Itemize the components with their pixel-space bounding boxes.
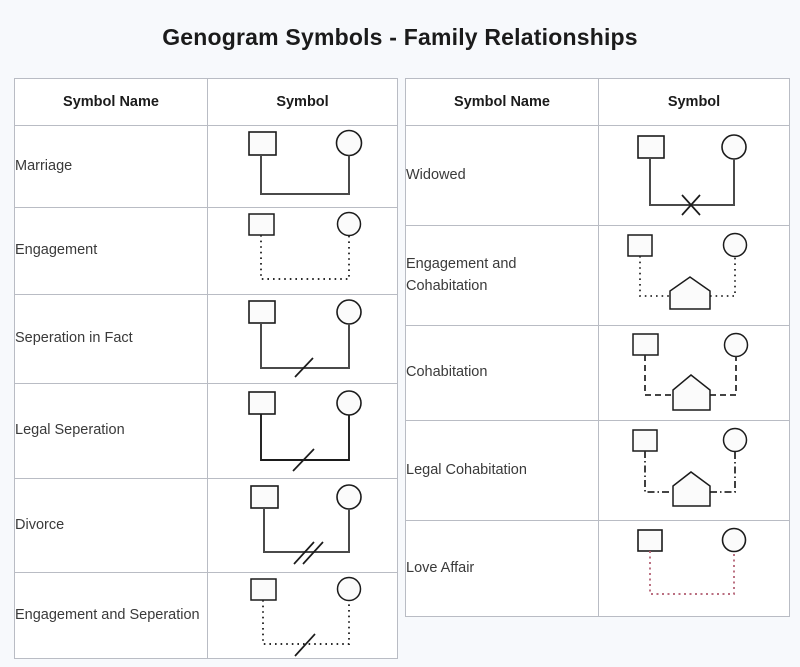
symbol-cell-love-affair — [598, 520, 790, 617]
symbol-cell-widowed — [598, 125, 790, 226]
table-row: Legal Seperation — [14, 383, 398, 479]
symbol-name-love-affair: Love Affair — [405, 520, 599, 617]
table-header-row: Symbol Name Symbol — [14, 78, 398, 126]
table-row: Marriage — [14, 125, 398, 208]
symbol-cell-legal-cohabitation — [598, 420, 790, 521]
symbol-name-legal-separation: Legal Seperation — [14, 383, 208, 479]
divorce-symbol — [249, 484, 362, 565]
symbol-cell-legal-separation — [207, 383, 398, 479]
symbol-name-widowed: Widowed — [405, 125, 599, 226]
table-row: Seperation in Fact — [14, 294, 398, 384]
table-row: Cohabitation — [405, 325, 790, 421]
table-row: Engagement and Cohabitation — [405, 225, 790, 326]
legal-cohabitation-symbol — [631, 427, 747, 507]
symbol-name-separation-in-fact: Seperation in Fact — [14, 294, 208, 384]
table-header-row: Symbol Name Symbol — [405, 78, 790, 126]
cohabitation-symbol — [631, 332, 748, 411]
separation-in-fact-symbol — [247, 299, 362, 378]
symbol-cell-cohabitation — [598, 325, 790, 421]
symbol-name-divorce: Divorce — [14, 478, 208, 573]
table-row: Legal Cohabitation — [405, 420, 790, 521]
genogram-table-left: Symbol Name Symbol Marriage Engagement S… — [14, 78, 398, 659]
marriage-symbol — [247, 129, 362, 195]
page-title: Genogram Symbols - Family Relationships — [162, 24, 638, 50]
love-affair-symbol — [636, 527, 746, 595]
symbol-cell-marriage — [207, 125, 398, 208]
symbol-cell-separation-in-fact — [207, 294, 398, 384]
symbol-name-legal-cohabitation: Legal Cohabitation — [405, 420, 599, 521]
column-header-symbol-name: Symbol Name — [405, 78, 599, 126]
column-header-symbol-name: Symbol Name — [14, 78, 208, 126]
table-row: Engagement and Seperation — [14, 572, 398, 659]
symbol-name-marriage: Marriage — [14, 125, 208, 208]
symbol-name-cohabitation: Cohabitation — [405, 325, 599, 421]
genogram-table-right: Symbol Name Symbol Widowed Engagement an… — [405, 78, 790, 617]
symbol-name-engagement-and-separation: Engagement and Seperation — [14, 572, 208, 659]
table-row: Love Affair — [405, 520, 790, 617]
engagement-symbol — [247, 211, 361, 280]
table-row: Divorce — [14, 478, 398, 573]
widowed-symbol — [636, 134, 747, 216]
legal-separation-symbol — [247, 390, 362, 472]
column-header-symbol: Symbol — [598, 78, 790, 126]
tables-container: Symbol Name Symbol Marriage Engagement S… — [0, 78, 800, 663]
table-row: Widowed — [405, 125, 790, 226]
symbol-cell-engagement-and-cohabitation — [598, 225, 790, 326]
symbol-cell-engagement — [207, 207, 398, 295]
symbol-cell-divorce — [207, 478, 398, 573]
engagement-and-separation-symbol — [249, 576, 361, 657]
table-row: Engagement — [14, 207, 398, 295]
symbol-cell-engagement-and-separation — [207, 572, 398, 659]
symbol-name-engagement-and-cohabitation: Engagement and Cohabitation — [405, 225, 599, 326]
engagement-and-cohabitation-symbol — [626, 232, 747, 310]
column-header-symbol: Symbol — [207, 78, 398, 126]
symbol-name-engagement: Engagement — [14, 207, 208, 295]
